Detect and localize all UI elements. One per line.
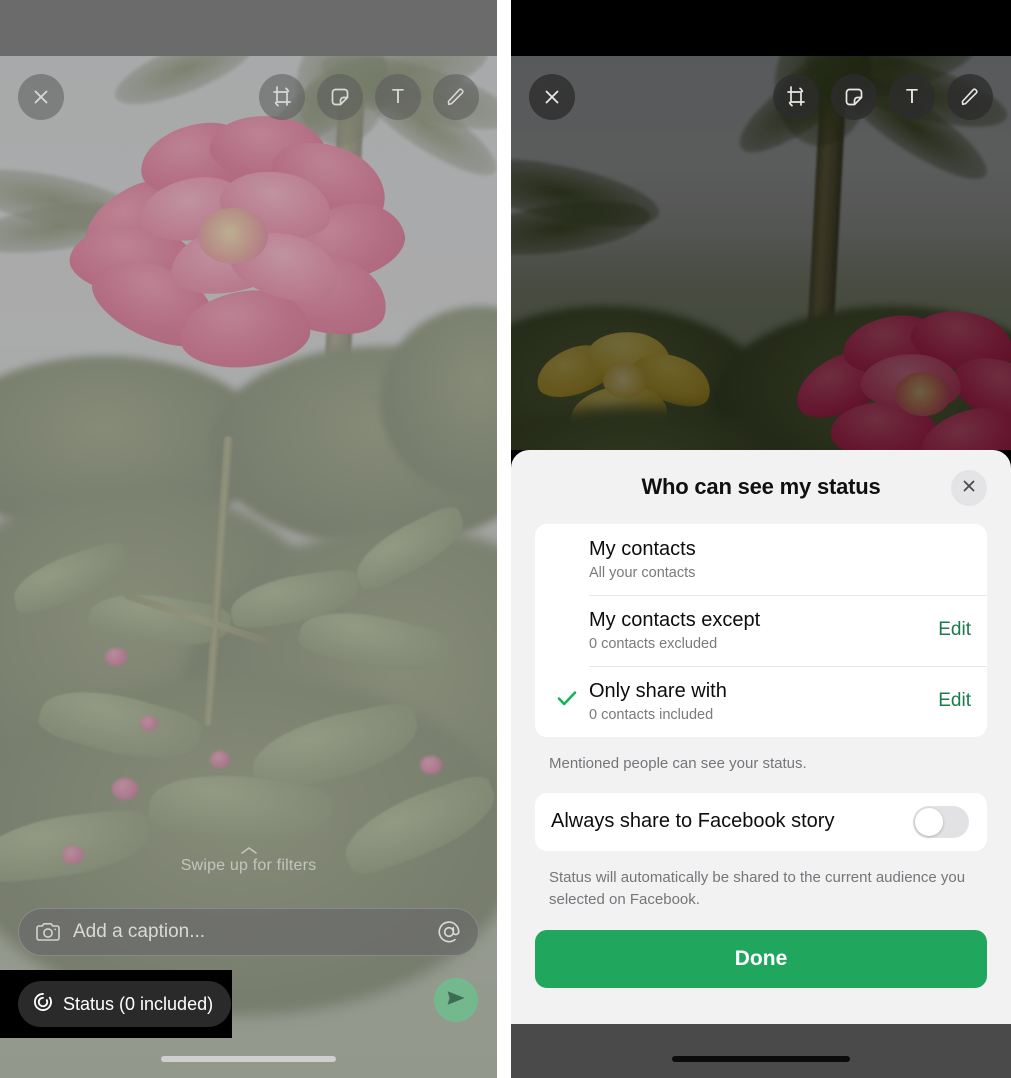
mention-note: Mentioned people can see your status. xyxy=(549,755,807,772)
facebook-story-label: Always share to Facebook story xyxy=(551,810,835,833)
sheet-title: Who can see my status xyxy=(641,474,881,499)
at-mention-icon[interactable] xyxy=(436,919,462,945)
camera-icon xyxy=(35,921,61,943)
right-phone-panel: T Who can see my status My contacts All … xyxy=(511,0,1011,1078)
option-check-slot xyxy=(551,686,589,715)
sticker-button[interactable] xyxy=(831,74,877,120)
close-button[interactable] xyxy=(18,74,64,120)
sheet-header: Who can see my status xyxy=(535,450,987,524)
draw-button[interactable] xyxy=(433,74,479,120)
facebook-story-toggle[interactable] xyxy=(913,805,969,838)
text-tool-label: T xyxy=(905,86,919,108)
sticker-button[interactable] xyxy=(317,74,363,120)
facebook-story-row[interactable]: Always share to Facebook story xyxy=(535,792,987,851)
option-body: My contacts except 0 contacts excluded xyxy=(589,608,924,652)
rosebud xyxy=(420,756,442,774)
crop-rotate-icon xyxy=(784,85,808,109)
rosebud xyxy=(210,751,230,768)
close-button[interactable] xyxy=(529,74,575,120)
text-tool-label: T xyxy=(391,86,405,108)
option-only-share-with[interactable]: Only share with 0 contacts included Edit xyxy=(535,666,987,737)
pencil-icon xyxy=(445,86,467,108)
crop-rotate-button[interactable] xyxy=(259,74,305,120)
editor-toolbar-right: T xyxy=(511,74,1011,120)
sheet-close-button[interactable] xyxy=(951,470,987,506)
status-chip-label: Status (0 included) xyxy=(63,993,214,1014)
option-my-contacts-except[interactable]: My contacts except 0 contacts excluded E… xyxy=(535,595,987,666)
crop-rotate-button[interactable] xyxy=(773,74,819,120)
checkmark-icon xyxy=(555,686,579,715)
edit-link-my-contacts-except[interactable]: Edit xyxy=(924,619,971,641)
draw-button[interactable] xyxy=(947,74,993,120)
facebook-note: Status will automatically be shared to t… xyxy=(549,868,966,908)
rosebud xyxy=(140,716,158,731)
option-body: My contacts All your contacts xyxy=(589,537,971,581)
text-button[interactable]: T xyxy=(889,74,935,120)
sticker-icon xyxy=(328,85,352,109)
toggle-knob xyxy=(915,807,943,836)
edit-link-only-share-with[interactable]: Edit xyxy=(924,690,971,712)
close-icon xyxy=(541,86,563,108)
caption-placeholder: Add a caption... xyxy=(73,921,206,942)
pencil-icon xyxy=(959,86,981,108)
status-ring-icon xyxy=(32,991,54,1018)
option-subtitle: 0 contacts included xyxy=(589,706,714,723)
sticker-icon xyxy=(842,85,866,109)
text-button[interactable]: T xyxy=(375,74,421,120)
send-paper-plane-icon xyxy=(444,986,468,1015)
option-title: Only share with xyxy=(589,679,727,702)
send-button[interactable] xyxy=(434,978,478,1022)
home-indicator-right xyxy=(672,1056,850,1062)
audience-options-card: My contacts All your contacts My contact… xyxy=(535,524,987,737)
close-icon xyxy=(960,477,978,500)
done-button[interactable]: Done xyxy=(535,930,987,989)
swipe-up-hint[interactable]: Swipe up for filters xyxy=(0,846,497,875)
panel-gap xyxy=(497,0,511,1078)
option-my-contacts[interactable]: My contacts All your contacts xyxy=(535,524,987,595)
option-title: My contacts xyxy=(589,537,696,560)
editor-toolbar-left: T xyxy=(0,74,497,120)
rosebud xyxy=(112,778,138,800)
close-icon xyxy=(30,86,52,108)
option-subtitle: 0 contacts excluded xyxy=(589,635,718,652)
option-body: Only share with 0 contacts included xyxy=(589,679,924,723)
status-audience-chip[interactable]: Status (0 included) xyxy=(18,981,232,1027)
status-bar-left xyxy=(0,0,497,56)
status-privacy-sheet: Who can see my status My contacts All yo… xyxy=(511,450,1011,1024)
swipe-up-hint-label: Swipe up for filters xyxy=(180,857,317,874)
option-title: My contacts except xyxy=(589,608,761,631)
status-bar-right xyxy=(511,0,1011,56)
red-rose-flower xyxy=(786,300,1011,450)
rosebud xyxy=(105,648,127,666)
home-indicator-left xyxy=(161,1056,336,1062)
chevron-up-icon xyxy=(240,847,257,854)
screenshot-stage: T Swipe up for filters Add a caption... … xyxy=(0,0,1011,1078)
crop-rotate-icon xyxy=(270,85,294,109)
home-bar-right xyxy=(511,1024,1011,1078)
option-subtitle: All your contacts xyxy=(589,564,696,581)
rose-flower xyxy=(65,106,413,376)
caption-input-bar[interactable]: Add a caption... xyxy=(18,908,479,956)
left-phone-panel: T Swipe up for filters Add a caption... … xyxy=(0,0,497,1078)
